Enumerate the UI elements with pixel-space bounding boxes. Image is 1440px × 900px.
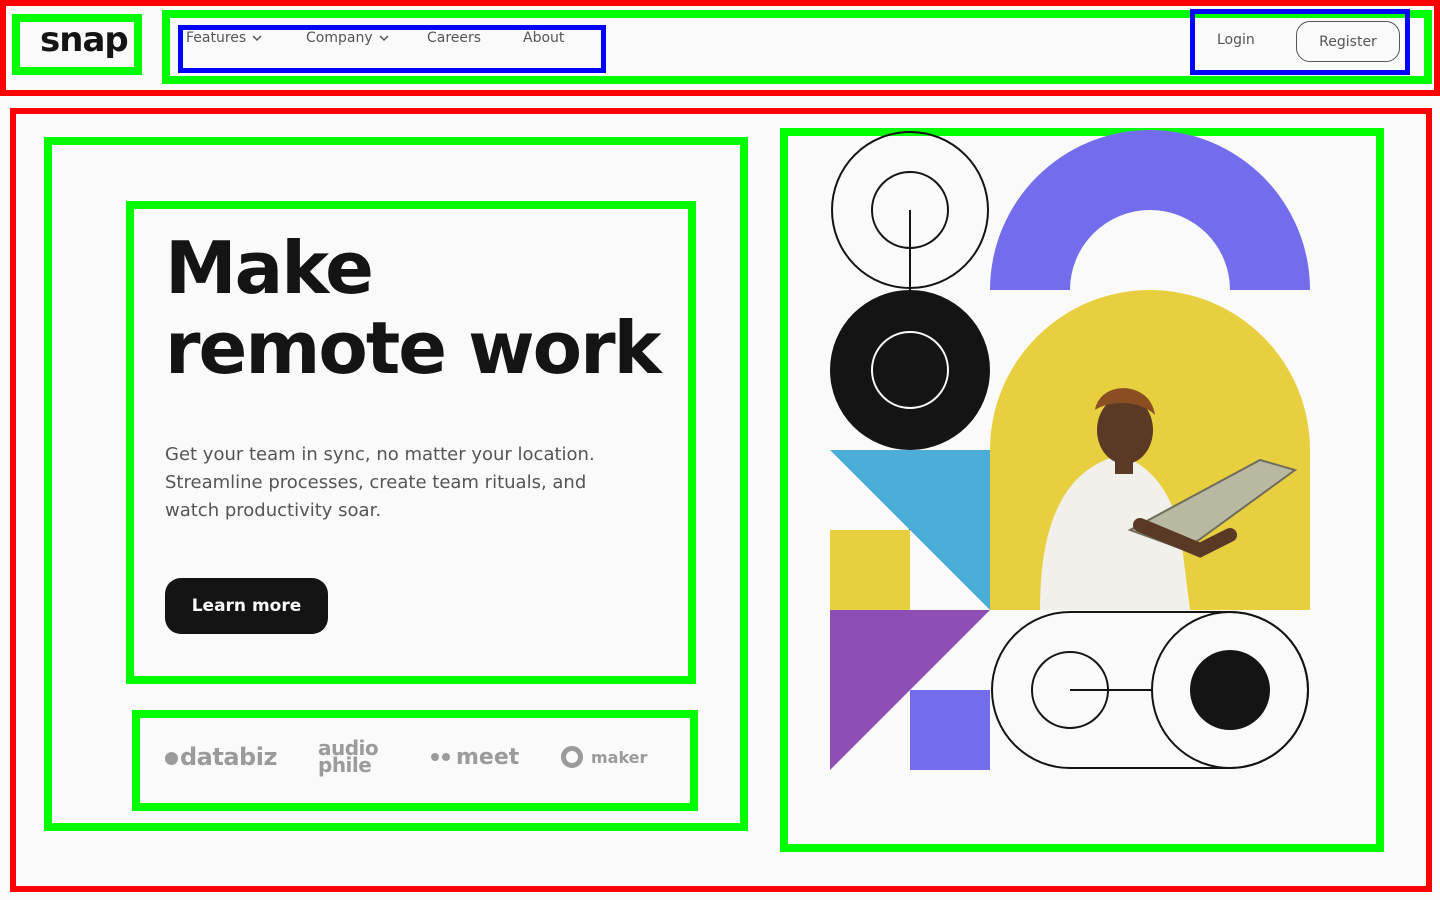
nav-careers[interactable]: Careers: [427, 30, 523, 46]
learn-more-button[interactable]: Learn more: [165, 578, 328, 634]
chevron-down-icon: [252, 34, 262, 45]
databiz-logo: databiz: [165, 743, 318, 771]
nav-company-label: Company: [306, 30, 373, 46]
databiz-dot-icon: [165, 751, 178, 765]
hero-headline-line1: Make: [165, 226, 374, 310]
maker-logo: maker: [561, 746, 647, 768]
nav-company[interactable]: Company: [306, 30, 427, 46]
login-link[interactable]: Login: [1217, 32, 1255, 48]
snap-logo[interactable]: snap: [40, 20, 129, 60]
databiz-logo-text: databiz: [180, 743, 277, 771]
maker-ring-icon: [561, 746, 583, 768]
hero-headline: Make remote work: [165, 228, 705, 388]
meet-logo: meet: [431, 745, 561, 770]
maker-logo-text: maker: [591, 747, 648, 767]
meet-logo-text: meet: [456, 744, 520, 770]
portrait-photo: [990, 290, 1310, 610]
hero-headline-line2: remote work: [165, 306, 662, 390]
black-circle-shape: [830, 290, 990, 450]
pill-toggle-shape: [991, 611, 1309, 769]
hero-lead: Get your team in sync, no matter your lo…: [165, 444, 595, 521]
register-button[interactable]: Register: [1296, 21, 1400, 62]
nav-careers-label: Careers: [427, 30, 482, 46]
nav-features-label: Features: [186, 30, 247, 46]
nav-about-label: About: [523, 30, 565, 46]
chevron-down-icon: [379, 34, 389, 45]
yellow-square-shape: [830, 530, 910, 610]
audiophile-logo-line2: phile: [318, 753, 372, 777]
main-nav: Features Company Careers About: [186, 30, 564, 46]
nav-about[interactable]: About: [523, 30, 564, 46]
hero-illustration: [830, 130, 1310, 770]
client-logos: databiz audio phile meet maker: [165, 738, 647, 777]
nav-features[interactable]: Features: [186, 30, 306, 46]
audiophile-logo: audio phile: [318, 738, 431, 777]
purple-arch-shape: [990, 130, 1310, 290]
purple-square-shape: [910, 690, 990, 770]
meet-dots-icon: [431, 753, 450, 761]
